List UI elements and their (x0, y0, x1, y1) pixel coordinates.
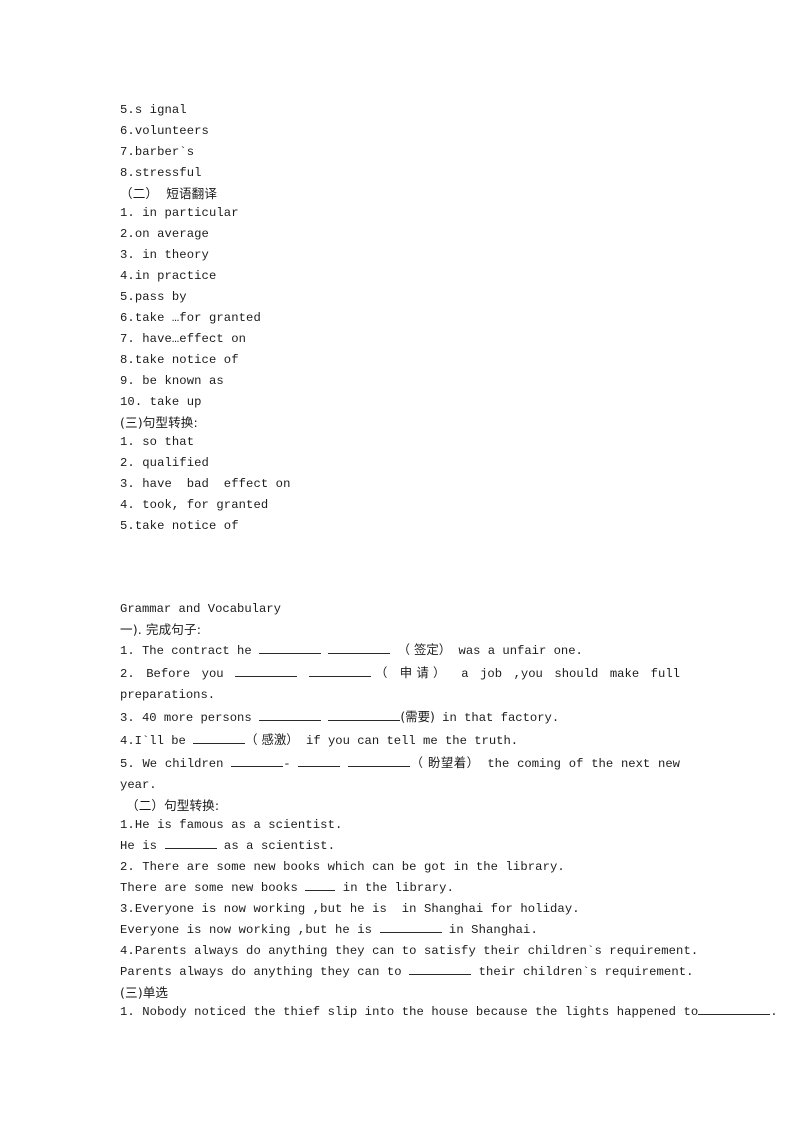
word-answer-list: 5.s ignal 6.volunteers 7.barber`s 8.stre… (120, 100, 680, 184)
answer-blank[interactable] (348, 755, 411, 767)
list-item: 7.barber`s (120, 145, 195, 159)
grammar-question: 2. Before you （ 申请） a job ,you should ma… (120, 662, 680, 706)
question-text-after: was a unfair one. (458, 644, 583, 658)
list-item: 9. be known as (120, 374, 224, 388)
list-item: 6.take …for granted (120, 311, 261, 325)
question-gloss: (需要) (400, 709, 435, 724)
list-item: 5.pass by (120, 290, 187, 304)
list-item: 10. take up (120, 395, 202, 409)
list-item: 8.take notice of (120, 353, 239, 367)
answer-blank[interactable] (409, 963, 472, 975)
list-item: 2. qualified (120, 456, 209, 470)
answer-blank[interactable] (328, 709, 401, 721)
list-item: 1. in particular (120, 206, 239, 220)
answer-blank[interactable] (308, 665, 371, 677)
transform-rewrite: He is as a scientist. (120, 836, 680, 857)
question-text-after: in that factory. (442, 711, 560, 725)
answer-blank[interactable] (379, 921, 442, 933)
answer-blank[interactable] (193, 732, 246, 744)
rewrite-text-before: He is (120, 839, 158, 853)
phrase-translation-list: 1. in particular 2.on average 3. in theo… (120, 203, 680, 413)
answer-blank[interactable] (328, 642, 391, 654)
question-number: 1. (120, 644, 135, 658)
list-item: 3. in theory (120, 248, 209, 262)
rewrite-text-before: Parents always do anything they can to (120, 965, 402, 979)
question-number: 5. (120, 757, 135, 771)
question-text-before: Nobody noticed the thief slip into the h… (142, 1005, 699, 1019)
question-number: 3. (120, 711, 135, 725)
section-heading-phrase-translation: （二） 短语翻译 (120, 186, 218, 201)
answer-blank[interactable] (698, 1003, 771, 1015)
question-text-before: Before you (146, 667, 224, 681)
grammar-question: 3. 40 more persons (需要) in that factory. (120, 706, 680, 729)
blank-separator: - (283, 757, 291, 771)
question-text-after: . (770, 1005, 778, 1019)
transform-rewrite: Everyone is now working ,but he is in Sh… (120, 920, 680, 941)
list-item: 6.volunteers (120, 124, 209, 138)
grammar-part-one-heading: 一). 完成句子: (120, 622, 202, 637)
list-item: 8.stressful (120, 166, 202, 180)
question-text-before: I`ll be (134, 734, 186, 748)
answer-blank[interactable] (235, 665, 298, 677)
question-gloss: （ 盼望着） (410, 755, 480, 770)
document-body: 5.s ignal 6.volunteers 7.barber`s 8.stre… (120, 100, 778, 1023)
rewrite-text-after: their children`s requirement. (478, 965, 694, 979)
answer-blank[interactable] (259, 709, 322, 721)
sentence-transform-answer-list: 1. so that 2. qualified 3. have bad effe… (120, 432, 680, 537)
transform-rewrite: There are some new books in the library. (120, 878, 680, 899)
transform-original: 2. There are some new books which can be… (120, 860, 565, 874)
multiple-choice-question: 1. Nobody noticed the thief slip into th… (120, 1002, 778, 1023)
grammar-part-two-heading: （二）句型转换: (126, 798, 220, 813)
list-item: 5.take notice of (120, 519, 239, 533)
worksheet-page: 5.s ignal 6.volunteers 7.barber`s 8.stre… (0, 0, 800, 1132)
transform-original: 1.He is famous as a scientist. (120, 818, 343, 832)
question-number: 2. (120, 667, 135, 681)
question-text-before: The contract he (141, 644, 252, 658)
grammar-section-title: Grammar and Vocabulary (120, 602, 281, 616)
list-item: 3. have bad effect on (120, 477, 291, 491)
grammar-question: 1. The contract he （ 签定） was a unfair on… (120, 639, 680, 662)
rewrite-text-after: in Shanghai. (448, 923, 538, 937)
question-gloss: （ 感激） (245, 732, 299, 747)
list-item: 5.s ignal (120, 103, 187, 117)
answer-blank[interactable] (305, 879, 336, 891)
question-text-before: We children (142, 757, 224, 771)
list-item: 4. took, for granted (120, 498, 269, 512)
rewrite-text-after: as a scientist. (223, 839, 336, 853)
section-heading-sentence-transform: (三)句型转换: (120, 415, 198, 430)
question-text-after: if you can tell me the truth. (306, 734, 519, 748)
grammar-question: 4.I`ll be （ 感激） if you can tell me the t… (120, 729, 680, 752)
answer-blank[interactable] (231, 755, 284, 767)
answer-blank[interactable] (259, 642, 322, 654)
transform-original: 3.Everyone is now working ,but he is in … (120, 902, 580, 916)
list-item: 7. have…effect on (120, 332, 247, 346)
grammar-part-three-heading: (三)单选 (120, 985, 169, 1000)
grammar-question: 5. We children - （ 盼望着） the coming of th… (120, 752, 680, 796)
list-item: 1. so that (120, 435, 195, 449)
list-item: 4.in practice (120, 269, 217, 283)
answer-blank[interactable] (298, 755, 341, 767)
question-number: 1. (120, 1005, 135, 1019)
transform-original: 4.Parents always do anything they can to… (120, 944, 699, 958)
transform-rewrite: Parents always do anything they can to t… (120, 962, 693, 983)
rewrite-text-after: in the library. (342, 881, 454, 895)
question-text-before: 40 more persons (141, 711, 252, 725)
list-item: 2.on average (120, 227, 209, 241)
question-gloss: （ 申请） (370, 665, 450, 680)
question-number: 4. (120, 734, 135, 748)
rewrite-text-before: There are some new books (120, 881, 298, 895)
answer-blank[interactable] (164, 837, 217, 849)
rewrite-text-before: Everyone is now working ,but he is (120, 923, 373, 937)
question-gloss: （ 签定） (397, 642, 452, 657)
